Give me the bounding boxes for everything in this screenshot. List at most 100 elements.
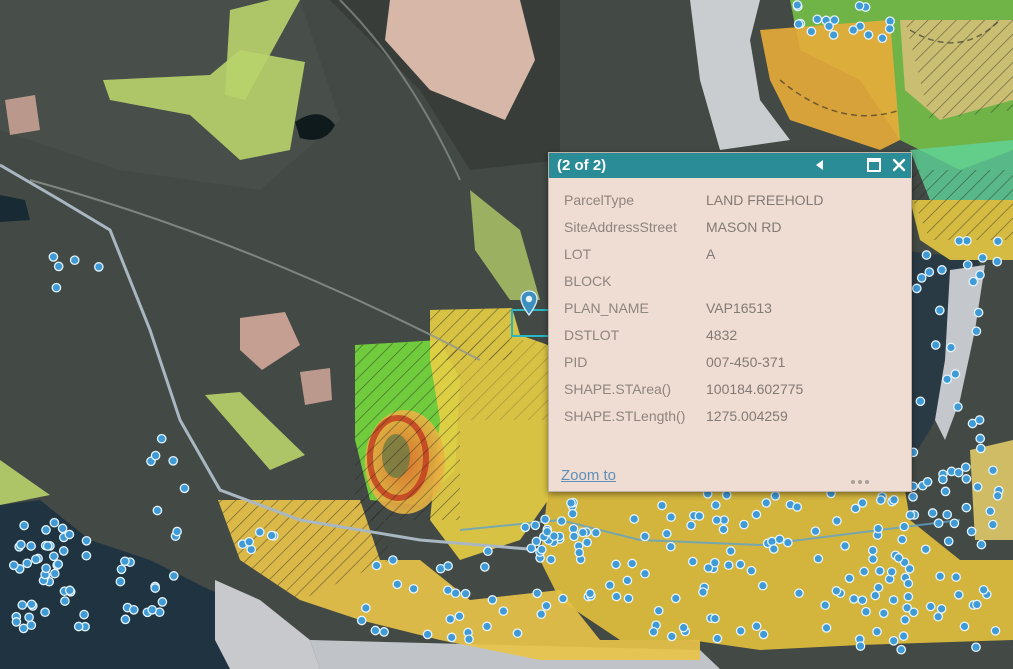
blue-circle-icon[interactable] [946, 342, 956, 353]
blue-circle-icon[interactable] [392, 579, 403, 590]
blue-circle-icon[interactable] [661, 528, 672, 539]
blue-circle-icon[interactable] [855, 641, 866, 651]
blue-circle-icon[interactable] [546, 554, 556, 565]
blue-circle-icon[interactable] [972, 599, 982, 610]
blue-circle-icon[interactable] [623, 593, 634, 604]
blue-circle-icon[interactable] [22, 558, 33, 569]
blue-circle-icon[interactable] [567, 508, 578, 519]
blue-circle-icon[interactable] [531, 536, 542, 547]
blue-circle-icon[interactable] [831, 586, 842, 596]
blue-circle-icon[interactable] [93, 262, 104, 272]
blue-circle-icon[interactable] [942, 509, 953, 520]
blue-circle-icon[interactable] [873, 582, 884, 593]
blue-circle-icon[interactable] [549, 531, 559, 541]
blue-circle-icon[interactable] [520, 522, 531, 533]
blue-circle-icon[interactable] [920, 544, 931, 555]
blue-circle-icon[interactable] [792, 0, 803, 10]
blue-circle-icon[interactable] [868, 554, 878, 564]
blue-circle-icon[interactable] [832, 516, 842, 526]
blue-circle-icon[interactable] [540, 514, 550, 525]
blue-circle-icon[interactable] [710, 500, 721, 510]
blue-circle-icon[interactable] [975, 270, 985, 280]
blue-circle-icon[interactable] [960, 462, 971, 473]
blue-circle-icon[interactable] [850, 503, 861, 514]
blue-circle-icon[interactable] [953, 402, 963, 412]
blue-circle-icon[interactable] [49, 568, 60, 579]
ellipsis-icon[interactable] [851, 471, 873, 484]
blue-circle-icon[interactable] [927, 508, 938, 518]
blue-circle-icon[interactable] [168, 571, 179, 581]
blue-circle-icon[interactable] [42, 541, 53, 551]
blue-circle-icon[interactable] [916, 273, 927, 283]
blue-circle-icon[interactable] [64, 529, 75, 540]
blue-circle-icon[interactable] [53, 559, 64, 570]
blue-circle-icon[interactable] [464, 634, 474, 645]
maximize-icon[interactable] [865, 156, 883, 174]
blue-circle-icon[interactable] [694, 511, 705, 521]
blue-circle-icon[interactable] [26, 599, 37, 610]
blue-circle-icon[interactable] [530, 520, 541, 531]
blue-circle-icon[interactable] [51, 282, 62, 293]
blue-circle-icon[interactable] [908, 491, 918, 502]
blue-circle-icon[interactable] [783, 537, 793, 548]
blue-circle-icon[interactable] [19, 520, 29, 531]
blue-circle-icon[interactable] [940, 486, 951, 497]
blue-circle-icon[interactable] [53, 261, 64, 272]
blue-circle-icon[interactable] [657, 500, 667, 511]
blue-circle-icon[interactable] [870, 590, 881, 601]
left-triangle-icon[interactable] [811, 156, 829, 174]
blue-circle-icon[interactable] [975, 443, 986, 454]
blue-circle-icon[interactable] [710, 613, 720, 624]
blue-circle-icon[interactable] [751, 621, 762, 632]
blue-circle-icon[interactable] [990, 625, 1001, 636]
blue-circle-icon[interactable] [936, 603, 947, 614]
blue-circle-icon[interactable] [985, 506, 996, 517]
blue-circle-icon[interactable] [849, 594, 859, 604]
blue-circle-icon[interactable] [757, 580, 768, 591]
blue-circle-icon[interactable] [569, 531, 579, 542]
blue-circle-icon[interactable] [532, 588, 543, 599]
blue-circle-icon[interactable] [483, 546, 493, 557]
blue-circle-icon[interactable] [903, 578, 914, 589]
blue-circle-icon[interactable] [933, 611, 944, 622]
blue-circle-icon[interactable] [992, 256, 1003, 267]
blue-circle-icon[interactable] [627, 558, 638, 569]
blue-circle-icon[interactable] [878, 608, 889, 619]
blue-circle-icon[interactable] [859, 566, 869, 577]
blue-circle-icon[interactable] [875, 495, 886, 505]
blue-circle-icon[interactable] [40, 607, 50, 618]
blue-circle-icon[interactable] [961, 502, 972, 513]
blue-circle-icon[interactable] [8, 560, 19, 571]
blue-circle-icon[interactable] [739, 519, 749, 530]
blue-circle-icon[interactable] [911, 283, 922, 294]
blue-circle-icon[interactable] [541, 600, 552, 611]
blue-circle-icon[interactable] [17, 600, 28, 610]
blue-circle-icon[interactable] [978, 584, 989, 595]
blue-circle-icon[interactable] [889, 495, 899, 505]
blue-circle-icon[interactable] [152, 505, 163, 516]
blue-circle-icon[interactable] [723, 560, 734, 571]
blue-circle-icon[interactable] [244, 536, 255, 547]
blue-circle-icon[interactable] [445, 614, 456, 624]
blue-circle-icon[interactable] [556, 516, 567, 526]
blue-circle-icon[interactable] [582, 537, 592, 548]
blue-circle-icon[interactable] [611, 559, 621, 570]
blue-circle-icon[interactable] [794, 588, 804, 599]
blue-circle-icon[interactable] [935, 571, 946, 582]
blue-circle-icon[interactable] [487, 595, 498, 605]
blue-circle-icon[interactable] [971, 326, 982, 337]
blue-circle-icon[interactable] [905, 510, 916, 520]
blue-circle-icon[interactable] [950, 369, 961, 379]
blue-circle-icon[interactable] [172, 526, 182, 537]
blue-circle-icon[interactable] [976, 539, 987, 550]
blue-circle-icon[interactable] [806, 26, 817, 37]
blue-circle-icon[interactable] [156, 433, 167, 444]
blue-circle-icon[interactable] [971, 642, 981, 653]
blue-circle-icon[interactable] [577, 527, 588, 538]
blue-circle-icon[interactable] [422, 629, 433, 640]
blue-circle-icon[interactable] [666, 631, 677, 642]
blue-circle-icon[interactable] [954, 236, 964, 246]
blue-circle-icon[interactable] [961, 474, 972, 484]
blue-circle-icon[interactable] [356, 615, 367, 626]
blue-circle-icon[interactable] [793, 19, 804, 29]
